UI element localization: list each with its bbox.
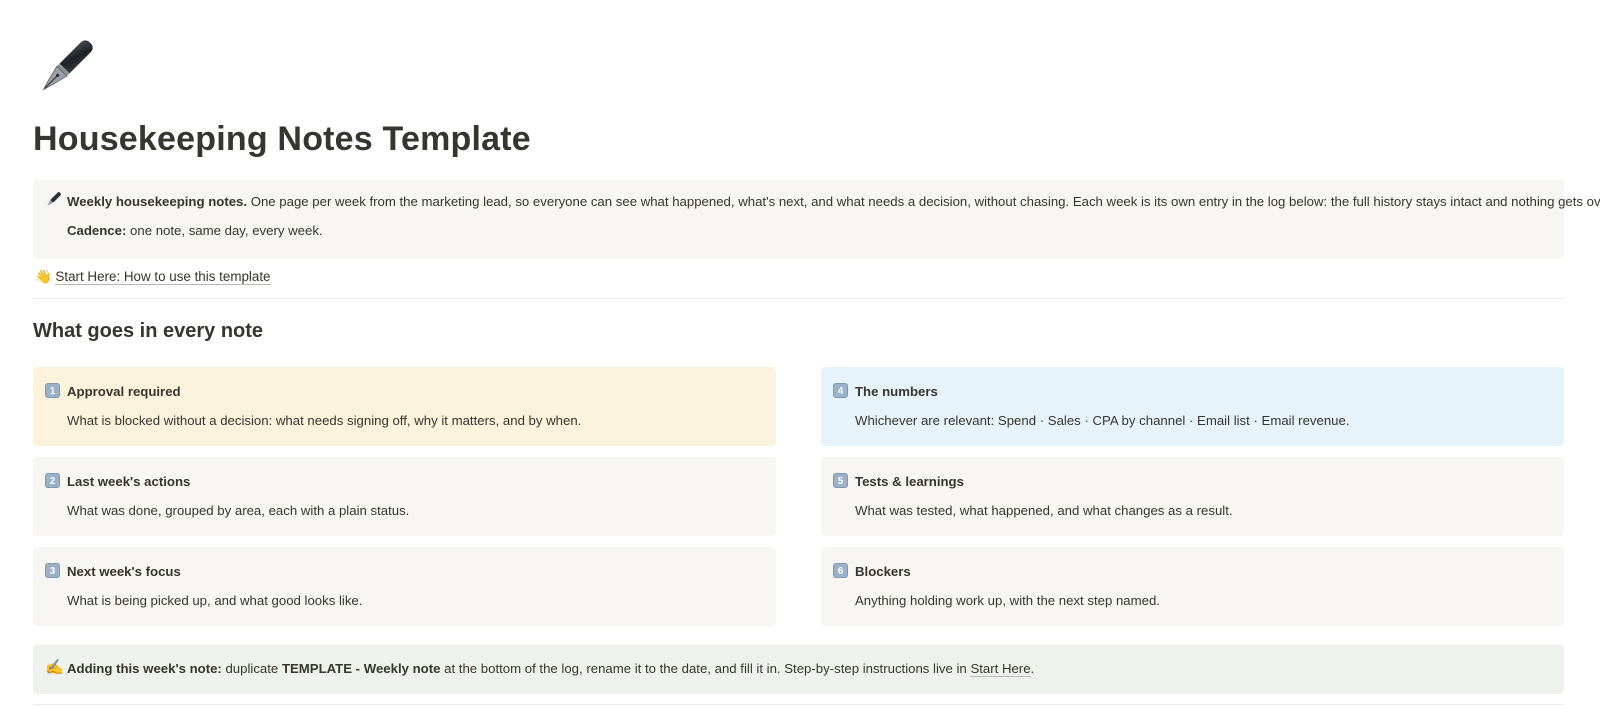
- number-badge: 2: [45, 473, 60, 488]
- start-here-link[interactable]: 👋 Start Here: How to use this template: [35, 268, 271, 286]
- start-here-inline-link[interactable]: Start Here: [970, 661, 1031, 677]
- card-description: What is blocked without a decision: what…: [67, 413, 582, 428]
- pen-icon: [45, 192, 61, 213]
- writing-hand-icon: ✍️: [45, 659, 64, 676]
- footer-text-1: duplicate: [221, 661, 282, 676]
- footer-callout: ✍️ Adding this week's note: duplicate TE…: [33, 645, 1564, 694]
- card-description: What was done, grouped by area, each wit…: [67, 503, 410, 518]
- card-description: Anything holding work up, with the next …: [855, 593, 1160, 608]
- number-badge: 6: [833, 563, 848, 578]
- footer-text-2: at the bottom of the log, rename it to t…: [440, 661, 971, 676]
- intro-line-1: Weekly housekeeping notes. One page per …: [67, 193, 1600, 211]
- intro-text: One page per week from the marketing lea…: [247, 194, 1600, 209]
- section-heading[interactable]: What goes in every note: [33, 320, 263, 343]
- section-card: 3 Next week's focus What is being picked u…: [33, 547, 776, 626]
- section-card: 1 Approval required What is blocked withou…: [33, 367, 776, 446]
- number-6-icon: 6: [833, 561, 848, 579]
- card-title: The numbers: [855, 384, 938, 399]
- number-3-icon: 3: [45, 561, 60, 579]
- number-badge: 1: [45, 383, 60, 398]
- card-title: Last week's actions: [67, 474, 191, 489]
- divider-bottom: [33, 704, 1564, 705]
- number-5-icon: 5: [833, 471, 848, 489]
- number-badge: 3: [45, 563, 60, 578]
- footer-bold: Adding this week's note:: [67, 661, 222, 676]
- footer-text-3: .: [1030, 661, 1035, 676]
- section-card: 4 The numbers Whichever are relevant: Spen…: [821, 367, 1564, 446]
- section-card: 5 Tests & learnings What was tested, what …: [821, 457, 1564, 536]
- card-title: Next week's focus: [67, 564, 181, 579]
- fountain-pen-icon[interactable]: [33, 38, 95, 100]
- number-badge: 5: [833, 473, 848, 488]
- footer-line: Adding this week's note: duplicate TEMPL…: [67, 660, 1034, 678]
- card-description: What was tested, what happened, and what…: [855, 503, 1233, 518]
- intro-bold: Weekly housekeeping notes.: [67, 194, 248, 209]
- divider: [33, 298, 1564, 299]
- cadence-label: Cadence:: [67, 223, 127, 238]
- number-4-icon: 4: [833, 381, 848, 399]
- number-1-icon: 1: [45, 381, 60, 399]
- card-title: Approval required: [67, 384, 181, 399]
- card-description: Whichever are relevant: Spend · Sales · …: [855, 413, 1350, 428]
- card-description: What is being picked up, and what good l…: [67, 593, 363, 608]
- number-2-icon: 2: [45, 471, 60, 489]
- card-title: Tests & learnings: [855, 474, 964, 489]
- card-title: Blockers: [855, 564, 911, 579]
- cadence-text: one note, same day, every week.: [126, 223, 323, 238]
- intro-callout: Weekly housekeeping notes. One page per …: [33, 180, 1600, 259]
- section-card: 6 Blockers Anything holding work up, with …: [821, 547, 1564, 626]
- waving-hand-icon: 👋: [35, 269, 52, 284]
- intro-line-2: Cadence: one note, same day, every week.: [67, 222, 323, 240]
- page: Housekeeping Notes Template Weekly house…: [0, 0, 1600, 715]
- start-here-link-label[interactable]: Start Here: How to use this template: [55, 269, 271, 285]
- section-card: 2 Last week's actions What was done, group…: [33, 457, 776, 536]
- template-name: TEMPLATE - Weekly note: [281, 661, 441, 676]
- number-badge: 4: [833, 383, 848, 398]
- page-title[interactable]: Housekeeping Notes Template: [33, 120, 531, 159]
